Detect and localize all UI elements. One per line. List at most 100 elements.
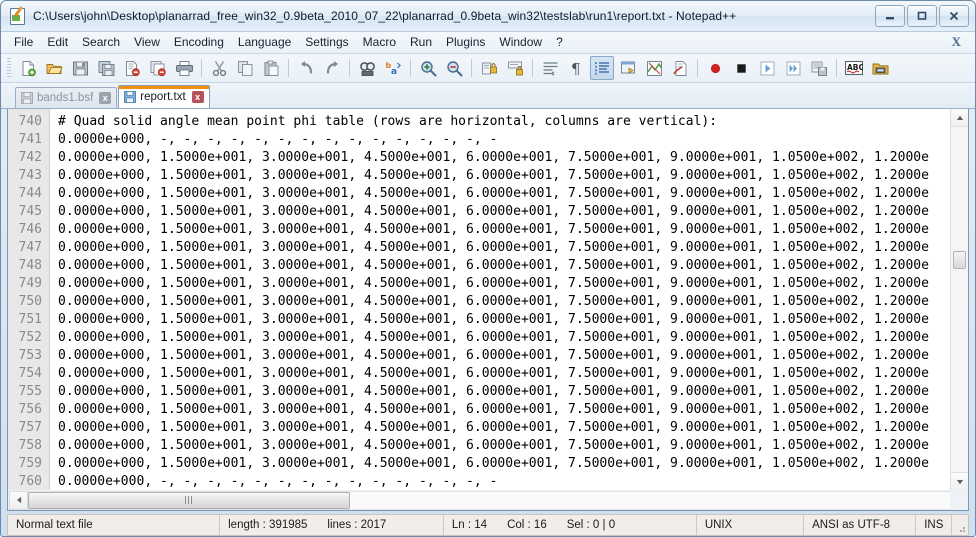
line-number: 746 bbox=[18, 222, 42, 237]
function-list-icon[interactable] bbox=[668, 56, 692, 80]
status-caret-position: Ln : 14 Col : 16 Sel : 0 | 0 bbox=[444, 515, 697, 535]
toolbar-separator bbox=[201, 59, 202, 77]
close-all-files-icon[interactable] bbox=[146, 56, 170, 80]
macro-save-icon[interactable] bbox=[807, 56, 831, 80]
code-line: 0.0000e+000, 1.5000e+001, 3.0000e+001, 4… bbox=[58, 420, 929, 435]
menu-language[interactable]: Language bbox=[231, 33, 298, 52]
status-line-number: Ln : 14 bbox=[451, 519, 488, 531]
menu-file[interactable]: File bbox=[7, 33, 40, 52]
menu-help[interactable]: ? bbox=[549, 33, 570, 52]
paste-icon[interactable] bbox=[259, 56, 283, 80]
sync-vertical-scroll-icon[interactable] bbox=[477, 56, 501, 80]
scroll-thumb-grip bbox=[184, 496, 194, 504]
folder-as-workspace-icon[interactable] bbox=[868, 56, 892, 80]
minimize-button[interactable] bbox=[875, 5, 905, 27]
spell-check-icon[interactable]: ABC bbox=[842, 56, 866, 80]
vertical-scrollbar[interactable] bbox=[950, 109, 968, 490]
line-number: 758 bbox=[18, 438, 42, 453]
line-number: 751 bbox=[18, 312, 42, 327]
close-file-icon[interactable] bbox=[120, 56, 144, 80]
code-line: 0.0000e+000, 1.5000e+001, 3.0000e+001, 4… bbox=[58, 204, 929, 219]
menu-view[interactable]: View bbox=[127, 33, 167, 52]
word-wrap-icon[interactable] bbox=[538, 56, 562, 80]
close-document-button[interactable]: X bbox=[952, 34, 961, 50]
print-icon[interactable] bbox=[172, 56, 196, 80]
line-number: 740 bbox=[18, 114, 42, 129]
copy-icon[interactable] bbox=[233, 56, 257, 80]
zoom-in-icon[interactable] bbox=[416, 56, 440, 80]
menu-plugins[interactable]: Plugins bbox=[439, 33, 492, 52]
macro-stop-icon[interactable] bbox=[729, 56, 753, 80]
editor-viewport[interactable]: 740 741 742 743 744 745 746 747 748 749 … bbox=[8, 109, 950, 490]
tab-report-txt[interactable]: report.txt x bbox=[118, 85, 210, 108]
code-line: # Quad solid angle mean point phi table … bbox=[58, 114, 718, 129]
line-number: 755 bbox=[18, 384, 42, 399]
scroll-left-icon[interactable] bbox=[9, 490, 28, 510]
notepad-plus-plus-icon bbox=[9, 6, 27, 25]
redo-icon[interactable] bbox=[320, 56, 344, 80]
horizontal-scroll-track[interactable] bbox=[28, 490, 950, 510]
menu-edit[interactable]: Edit bbox=[40, 33, 75, 52]
line-number: 750 bbox=[18, 294, 42, 309]
open-file-icon[interactable] bbox=[42, 56, 66, 80]
code-content[interactable]: # Quad solid angle mean point phi table … bbox=[50, 109, 950, 490]
code-line: 0.0000e+000, -, -, -, -, -, -, -, -, -, … bbox=[58, 132, 498, 147]
sync-horizontal-scroll-icon[interactable] bbox=[503, 56, 527, 80]
svg-text:a: a bbox=[391, 67, 397, 77]
toolbar-grip[interactable] bbox=[7, 58, 11, 78]
close-icon[interactable]: x bbox=[191, 91, 204, 103]
code-line: 0.0000e+000, 1.5000e+001, 3.0000e+001, 4… bbox=[58, 294, 929, 309]
horizontal-scroll-thumb[interactable] bbox=[28, 491, 350, 509]
svg-text:¶: ¶ bbox=[571, 60, 581, 77]
toolbar-separator bbox=[697, 59, 698, 77]
tab-bands1-bsf[interactable]: bands1.bsf x bbox=[15, 87, 118, 108]
menu-window[interactable]: Window bbox=[492, 33, 549, 52]
status-column-number: Col : 16 bbox=[507, 519, 547, 531]
document-map-icon[interactable] bbox=[642, 56, 666, 80]
indent-guide-icon[interactable] bbox=[590, 56, 614, 80]
new-file-icon[interactable] bbox=[16, 56, 40, 80]
zoom-out-icon[interactable] bbox=[442, 56, 466, 80]
menu-settings[interactable]: Settings bbox=[298, 33, 355, 52]
scroll-down-icon[interactable] bbox=[951, 472, 968, 490]
save-all-icon[interactable] bbox=[94, 56, 118, 80]
cut-icon[interactable] bbox=[207, 56, 231, 80]
notepadpp-window: C:\Users\john\Desktop\planarrad_free_win… bbox=[0, 0, 976, 537]
code-line: 0.0000e+000, 1.5000e+001, 3.0000e+001, 4… bbox=[58, 222, 929, 237]
menu-search[interactable]: Search bbox=[75, 33, 127, 52]
macro-play-icon[interactable] bbox=[755, 56, 779, 80]
code-line: 0.0000e+000, 1.5000e+001, 3.0000e+001, 4… bbox=[58, 168, 929, 183]
menu-run[interactable]: Run bbox=[403, 33, 439, 52]
code-line: 0.0000e+000, -, -, -, -, -, -, -, -, -, … bbox=[58, 474, 498, 489]
line-number: 742 bbox=[18, 150, 42, 165]
tab-label: report.txt bbox=[140, 91, 186, 103]
status-length-lines: length : 391985 lines : 2017 bbox=[220, 515, 444, 535]
find-icon[interactable] bbox=[355, 56, 379, 80]
scroll-up-icon[interactable] bbox=[951, 109, 968, 127]
code-line: 0.0000e+000, 1.5000e+001, 3.0000e+001, 4… bbox=[58, 402, 929, 417]
replace-icon[interactable]: b a bbox=[381, 56, 405, 80]
macro-play-multiple-icon[interactable] bbox=[781, 56, 805, 80]
save-icon[interactable] bbox=[68, 56, 92, 80]
menu-macro[interactable]: Macro bbox=[356, 33, 403, 52]
resize-grip[interactable] bbox=[952, 515, 968, 535]
vertical-scroll-track[interactable] bbox=[951, 127, 968, 472]
undo-icon[interactable] bbox=[294, 56, 318, 80]
user-defined-dialog-icon[interactable] bbox=[616, 56, 640, 80]
menu-encoding[interactable]: Encoding bbox=[167, 33, 231, 52]
status-lines: lines : 2017 bbox=[327, 519, 387, 531]
line-number: 759 bbox=[18, 456, 42, 471]
toolbar-separator bbox=[349, 59, 350, 77]
macro-record-icon[interactable] bbox=[703, 56, 727, 80]
saved-file-icon bbox=[21, 92, 33, 104]
close-icon[interactable]: x bbox=[99, 92, 112, 104]
code-line: 0.0000e+000, 1.5000e+001, 3.0000e+001, 4… bbox=[58, 186, 929, 201]
toolbar-separator bbox=[532, 59, 533, 77]
status-encoding: ANSI as UTF-8 bbox=[804, 515, 917, 535]
maximize-button[interactable] bbox=[907, 5, 937, 27]
close-button[interactable] bbox=[939, 5, 969, 27]
toolbar-separator bbox=[471, 59, 472, 77]
vertical-scroll-thumb[interactable] bbox=[953, 251, 966, 269]
show-all-characters-icon[interactable]: ¶ bbox=[564, 56, 588, 80]
horizontal-scrollbar[interactable] bbox=[7, 490, 969, 511]
